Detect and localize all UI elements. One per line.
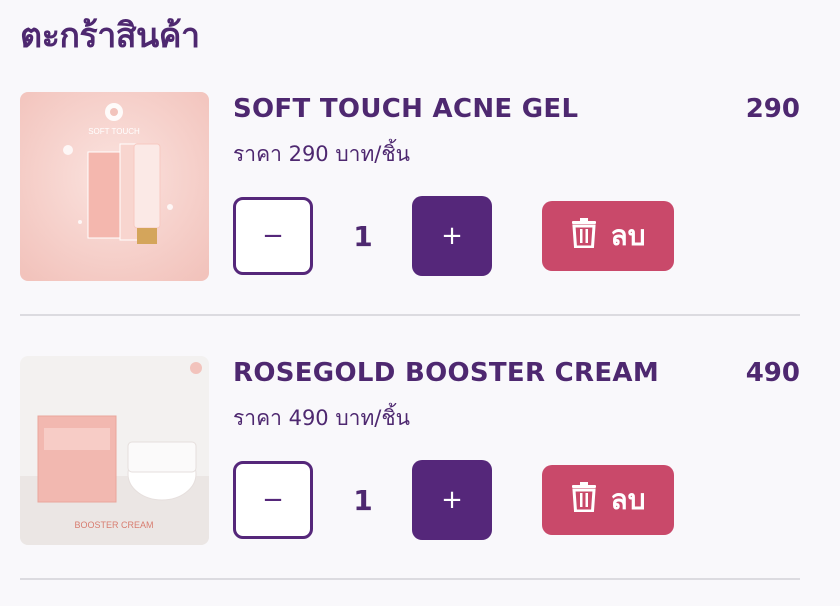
delete-label: ลบ: [610, 483, 646, 516]
product-image[interactable]: BOOSTER CREAM: [20, 356, 209, 545]
increase-quantity-button[interactable]: +: [412, 460, 492, 540]
cart-page: ตะกร้าสินค้า SOFT TOUCH SOFT TOUCH ACNE …: [0, 0, 840, 606]
plus-icon: +: [441, 221, 463, 251]
svg-text:BOOSTER CREAM: BOOSTER CREAM: [74, 520, 153, 530]
decrease-quantity-button[interactable]: −: [233, 197, 313, 275]
product-name: ROSEGOLD BOOSTER CREAM: [233, 358, 660, 388]
trash-icon: [571, 217, 597, 255]
cart-item: BOOSTER CREAM ROSEGOLD BOOSTER CREAM 490…: [20, 356, 800, 606]
unit-price: ราคา 290 บาท/ชิ้น: [233, 142, 410, 166]
cart-item: SOFT TOUCH SOFT TOUCH ACNE GEL 290 ราคา …: [20, 92, 800, 356]
minus-icon: −: [262, 221, 284, 251]
minus-icon: −: [262, 485, 284, 515]
product-image[interactable]: SOFT TOUCH: [20, 92, 209, 281]
decrease-quantity-button[interactable]: −: [233, 461, 313, 539]
trash-icon: [571, 481, 597, 519]
delete-button[interactable]: ลบ: [542, 201, 674, 271]
divider: [20, 314, 800, 316]
quantity-value: 1: [353, 483, 373, 517]
delete-label: ลบ: [610, 219, 646, 252]
item-total: 290: [745, 94, 800, 124]
page-title: ตะกร้าสินค้า: [20, 16, 200, 56]
delete-button[interactable]: ลบ: [542, 465, 674, 535]
unit-price: ราคา 490 บาท/ชิ้น: [233, 406, 410, 430]
increase-quantity-button[interactable]: +: [412, 196, 492, 276]
item-total: 490: [745, 358, 800, 388]
product-name: SOFT TOUCH ACNE GEL: [233, 94, 579, 124]
svg-text:SOFT TOUCH: SOFT TOUCH: [88, 127, 140, 136]
divider: [20, 578, 800, 580]
quantity-value: 1: [353, 219, 373, 253]
plus-icon: +: [441, 485, 463, 515]
